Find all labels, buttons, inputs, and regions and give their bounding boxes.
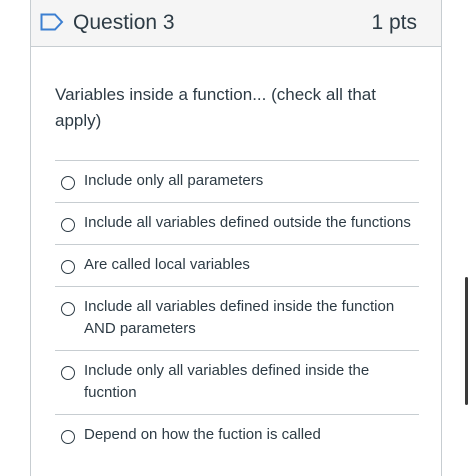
question-title: Question 3 xyxy=(73,11,175,34)
answer-option-5[interactable]: Include only all variables defined insid… xyxy=(55,350,419,414)
scrollbar-thumb[interactable] xyxy=(465,277,468,405)
checkbox-circle-icon[interactable] xyxy=(61,430,75,444)
answer-option-2[interactable]: Include all variables defined outside th… xyxy=(55,202,419,244)
checkbox-circle-icon[interactable] xyxy=(61,218,75,232)
checkbox-circle-icon[interactable] xyxy=(61,302,75,316)
question-header: Question 3 1 pts xyxy=(31,0,441,47)
question-points: 1 pts xyxy=(371,11,417,34)
question-card: Question 3 1 pts Variables inside a func… xyxy=(30,0,442,476)
checkbox-circle-icon[interactable] xyxy=(61,176,75,190)
checkbox-circle-icon[interactable] xyxy=(61,260,75,274)
answer-option-1[interactable]: Include only all parameters xyxy=(55,160,419,202)
quiz-page: Question 3 1 pts Variables inside a func… xyxy=(0,0,474,476)
answer-option-4[interactable]: Include all variables defined inside the… xyxy=(55,286,419,350)
answer-label: Depend on how the fuction is called xyxy=(84,426,321,443)
answer-label: Include all variables defined inside the… xyxy=(84,298,395,337)
answer-label: Include only all variables defined insid… xyxy=(84,362,370,401)
answer-label: Include only all parameters xyxy=(84,172,264,189)
answer-option-6[interactable]: Depend on how the fuction is called xyxy=(55,414,419,456)
answer-option-3[interactable]: Are called local variables xyxy=(55,244,419,286)
answer-label: Include all variables defined outside th… xyxy=(84,214,411,231)
answer-label: Are called local variables xyxy=(84,256,250,273)
question-text: Variables inside a function... (check al… xyxy=(55,85,376,130)
answer-list: Include only all parameters Include all … xyxy=(55,160,419,456)
flag-question-icon[interactable] xyxy=(40,13,64,31)
checkbox-circle-icon[interactable] xyxy=(61,366,75,380)
